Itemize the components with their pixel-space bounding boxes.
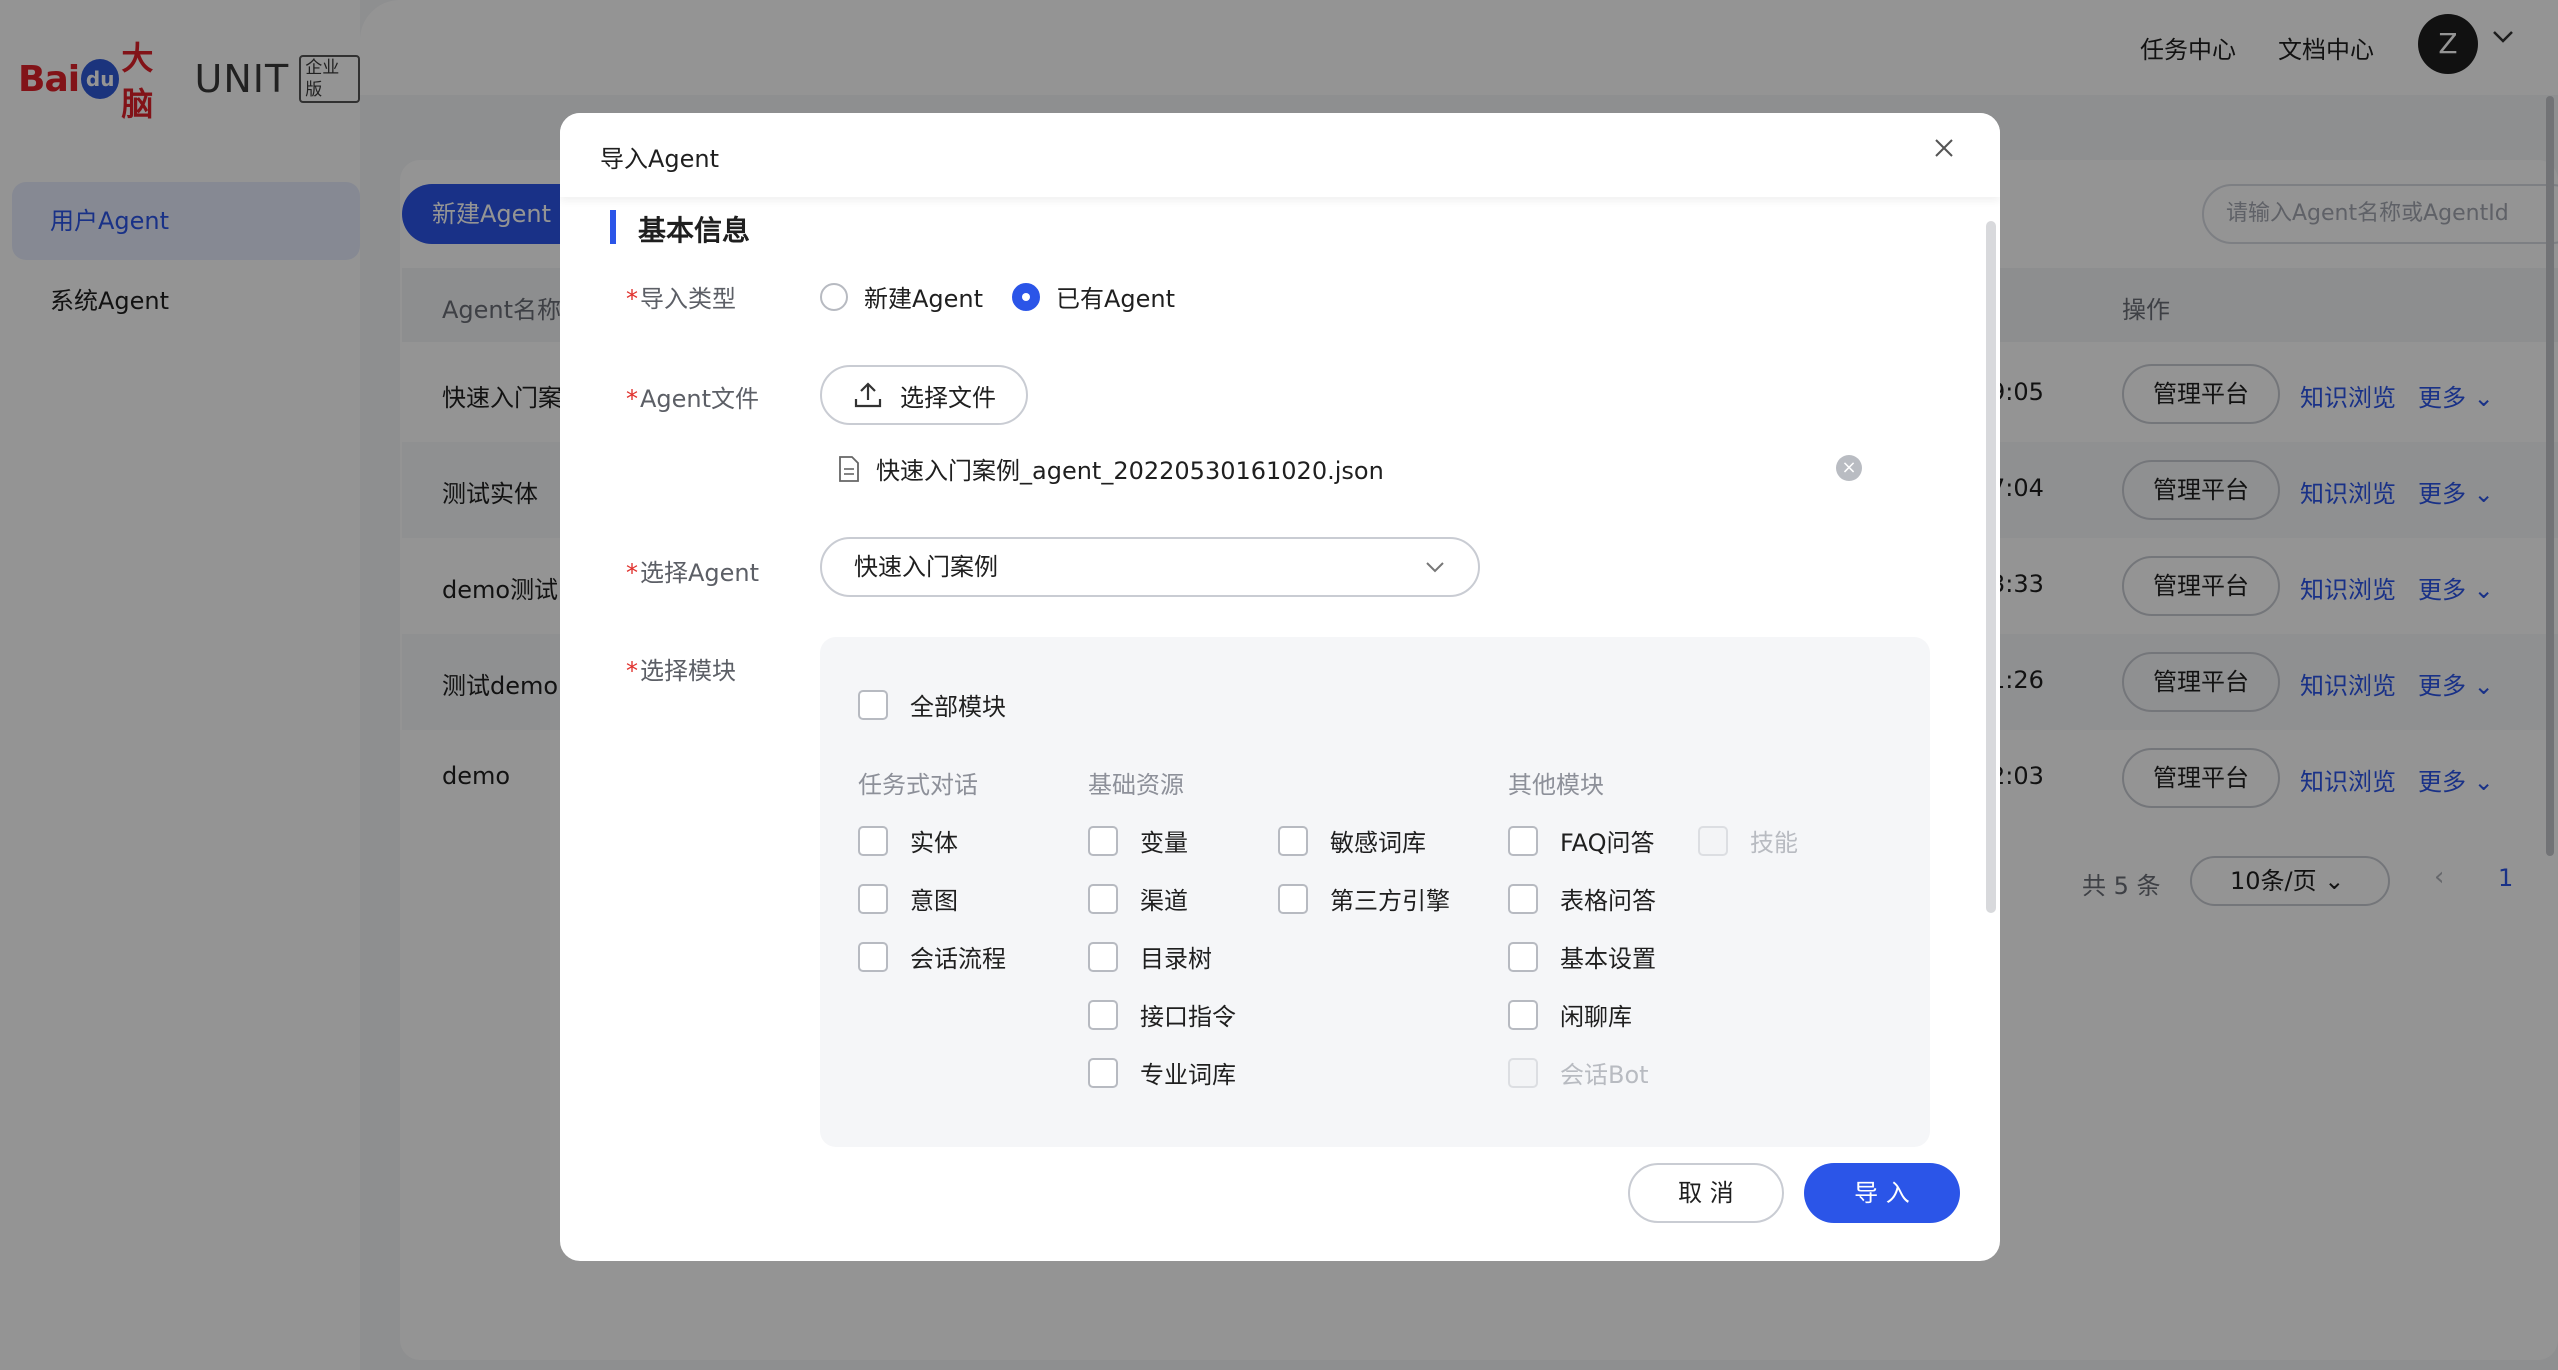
- radio-new-agent-label: 新建Agent: [864, 285, 984, 313]
- select-agent-value: 快速入门案例: [854, 553, 998, 581]
- choose-file-label: 选择文件: [900, 383, 996, 412]
- checkbox-icon: [858, 825, 888, 856]
- checkbox-entity[interactable]: 实体: [858, 823, 958, 858]
- checkbox-icon: [858, 883, 888, 914]
- group-title-other-modules: 其他模块: [1508, 771, 1604, 799]
- checkbox-all-modules[interactable]: 全部模块: [858, 687, 1006, 722]
- modal-title: 导入Agent: [600, 145, 720, 173]
- checkbox-icon: [1508, 941, 1538, 972]
- checkbox-label: 会话流程: [910, 945, 1006, 973]
- select-agent-label: *选择Agent: [626, 553, 759, 588]
- checkbox-icon: [1088, 825, 1118, 856]
- checkbox-label: 基本设置: [1560, 945, 1656, 973]
- checkbox-icon: [1278, 825, 1308, 856]
- checkbox-label: 全部模块: [910, 693, 1006, 721]
- section-accent-bar: [610, 210, 616, 244]
- checkbox-icon: [1088, 941, 1118, 972]
- checkbox-channel[interactable]: 渠道: [1088, 881, 1188, 916]
- checkbox-icon: [1508, 825, 1538, 856]
- checkbox-label: 表格问答: [1560, 887, 1656, 915]
- agent-file-label-text: Agent文件: [640, 385, 760, 413]
- clear-icon[interactable]: ×: [1836, 455, 1862, 481]
- checkbox-label: 第三方引擎: [1330, 887, 1450, 915]
- checkbox-icon: [1508, 1057, 1538, 1088]
- checkbox-label: 实体: [910, 829, 958, 857]
- checkbox-basic-settings[interactable]: 基本设置: [1508, 939, 1656, 974]
- checkbox-intent[interactable]: 意图: [858, 881, 958, 916]
- file-icon: [839, 455, 859, 482]
- import-button[interactable]: 导 入: [1804, 1163, 1960, 1223]
- checkbox-label: 敏感词库: [1330, 829, 1426, 857]
- checkbox-icon: [858, 941, 888, 972]
- checkbox-dialog-flow[interactable]: 会话流程: [858, 939, 1006, 974]
- modules-panel: 全部模块 任务式对话 基础资源 其他模块 实体 意图 会话流程 变量 渠道 目录…: [820, 637, 1930, 1147]
- select-agent-label-text: 选择Agent: [640, 559, 760, 587]
- chevron-down-icon: [1424, 539, 1446, 595]
- checkbox-professional-lexicon[interactable]: 专业词库: [1088, 1055, 1236, 1090]
- uploaded-file: 快速入门案例_agent_20220530161020.json: [838, 451, 1384, 486]
- checkbox-label: 渠道: [1140, 887, 1188, 915]
- modal-header: 导入Agent: [560, 113, 2000, 197]
- checkbox-dialog-bot: 会话Bot: [1508, 1055, 1649, 1090]
- import-type-label-text: 导入类型: [640, 285, 736, 313]
- checkbox-icon: [1508, 883, 1538, 914]
- choose-file-button[interactable]: 选择文件: [820, 365, 1028, 425]
- cancel-button[interactable]: 取 消: [1628, 1163, 1784, 1223]
- checkbox-label: FAQ问答: [1560, 829, 1655, 857]
- required-mark: *: [626, 559, 638, 587]
- section-title: 基本信息: [638, 214, 751, 247]
- checkbox-icon: [1508, 999, 1538, 1030]
- radio-new-agent[interactable]: 新建Agent: [820, 279, 983, 314]
- checkbox-chitchat[interactable]: 闲聊库: [1508, 997, 1632, 1032]
- select-modules-label: *选择模块: [626, 651, 736, 686]
- required-mark: *: [626, 657, 638, 685]
- upload-icon: [854, 382, 882, 408]
- checkbox-sensitive-lexicon[interactable]: 敏感词库: [1278, 823, 1426, 858]
- modal-scrollbar[interactable]: [1986, 221, 1996, 913]
- file-name: 快速入门案例_agent_20220530161020.json: [876, 457, 1384, 485]
- import-type-label: *导入类型: [626, 279, 736, 314]
- required-mark: *: [626, 285, 638, 313]
- group-title-basic-resources: 基础资源: [1088, 771, 1184, 799]
- checkbox-third-party-engine[interactable]: 第三方引擎: [1278, 881, 1450, 916]
- radio-existing-agent-label: 已有Agent: [1056, 285, 1176, 313]
- checkbox-directory-tree[interactable]: 目录树: [1088, 939, 1212, 974]
- checkbox-icon: [1088, 999, 1118, 1030]
- checkbox-skill: 技能: [1698, 823, 1798, 858]
- group-title-task-dialog: 任务式对话: [858, 771, 978, 799]
- checkbox-label: 技能: [1750, 829, 1798, 857]
- radio-existing-agent[interactable]: 已有Agent: [1012, 279, 1175, 314]
- close-icon[interactable]: [1932, 133, 1956, 165]
- agent-file-label: *Agent文件: [626, 379, 759, 414]
- checkbox-label: 意图: [910, 887, 958, 915]
- checkbox-label: 闲聊库: [1560, 1003, 1632, 1031]
- checkbox-label: 接口指令: [1140, 1003, 1236, 1031]
- checkbox-label: 会话Bot: [1560, 1061, 1649, 1089]
- radio-checked-icon: [1012, 282, 1040, 311]
- checkbox-icon: [1088, 883, 1118, 914]
- radio-unchecked-icon: [820, 282, 848, 311]
- select-agent-dropdown[interactable]: 快速入门案例: [820, 537, 1480, 597]
- checkbox-faq[interactable]: FAQ问答: [1508, 823, 1655, 858]
- required-mark: *: [626, 385, 638, 413]
- checkbox-icon: [1088, 1057, 1118, 1088]
- import-agent-modal: 导入Agent 基本信息 *导入类型 新建Agent 已有Agent *Agen…: [560, 113, 2000, 1261]
- checkbox-icon: [1698, 825, 1728, 856]
- checkbox-label: 目录树: [1140, 945, 1212, 973]
- select-modules-label-text: 选择模块: [640, 657, 736, 685]
- checkbox-variable[interactable]: 变量: [1088, 823, 1188, 858]
- checkbox-table-qa[interactable]: 表格问答: [1508, 881, 1656, 916]
- checkbox-label: 变量: [1140, 829, 1188, 857]
- checkbox-icon: [858, 689, 888, 720]
- checkbox-label: 专业词库: [1140, 1061, 1236, 1089]
- checkbox-api-command[interactable]: 接口指令: [1088, 997, 1236, 1032]
- checkbox-icon: [1278, 883, 1308, 914]
